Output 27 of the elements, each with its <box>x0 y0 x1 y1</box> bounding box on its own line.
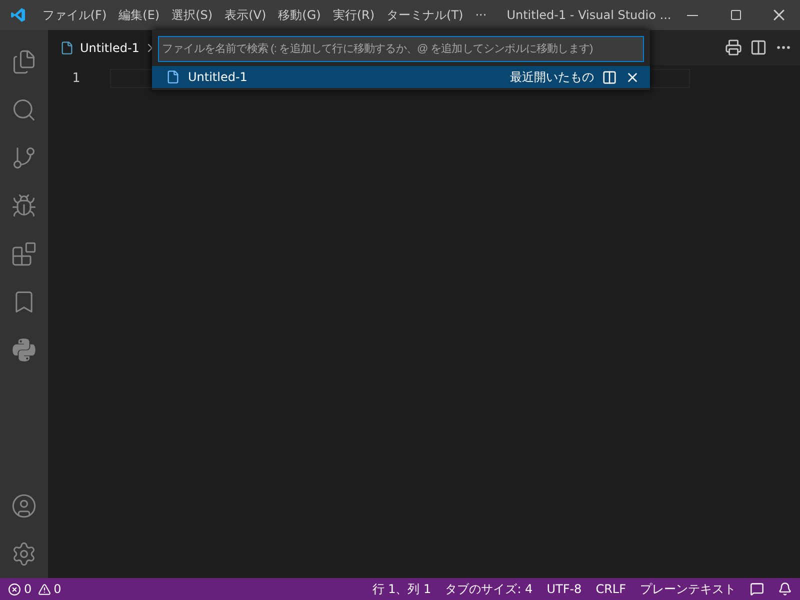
menu-item[interactable]: ··· <box>469 8 493 22</box>
menu-item[interactable]: 移動(G) <box>272 6 327 24</box>
status-item[interactable]: プレーンテキスト <box>640 580 736 598</box>
file-icon <box>60 40 74 54</box>
problems-indicator[interactable]: 0 0 <box>8 582 62 596</box>
status-item[interactable]: タブのサイズ: 4 <box>445 580 533 598</box>
maximize-icon <box>730 9 742 21</box>
printer-icon[interactable] <box>723 37 744 58</box>
split-editor-icon[interactable] <box>602 70 617 84</box>
menu-item[interactable]: 編集(E) <box>112 6 166 24</box>
menu-item[interactable]: ファイル(F) <box>36 6 113 24</box>
minimize-icon <box>687 14 698 16</box>
window-title: Untitled-1 - Visual Studio ... <box>506 8 672 22</box>
menu-item[interactable]: 選択(S) <box>166 6 219 24</box>
feedback-icon[interactable] <box>750 582 764 596</box>
bell-icon[interactable] <box>778 582 792 596</box>
app-logo-icon <box>10 6 26 24</box>
search-field[interactable]: ファイルを名前で検索 (: を追加して行に移動するか、@ を追加してシンボルに移動します) <box>158 36 644 62</box>
file-icon <box>166 70 180 84</box>
status-item[interactable]: CRLF <box>596 582 626 596</box>
status-item[interactable]: 行 1、列 1 <box>372 580 432 598</box>
menu-item[interactable]: 実行(R) <box>326 6 381 24</box>
status-item[interactable]: UTF-8 <box>546 582 582 596</box>
line-number: 1 <box>72 70 80 88</box>
menu-item[interactable]: ターミナル(T) <box>380 6 470 24</box>
result-item[interactable]: Untitled-1 最近開いたもの <box>152 66 650 88</box>
menu-item[interactable]: 表示(V) <box>218 6 272 24</box>
